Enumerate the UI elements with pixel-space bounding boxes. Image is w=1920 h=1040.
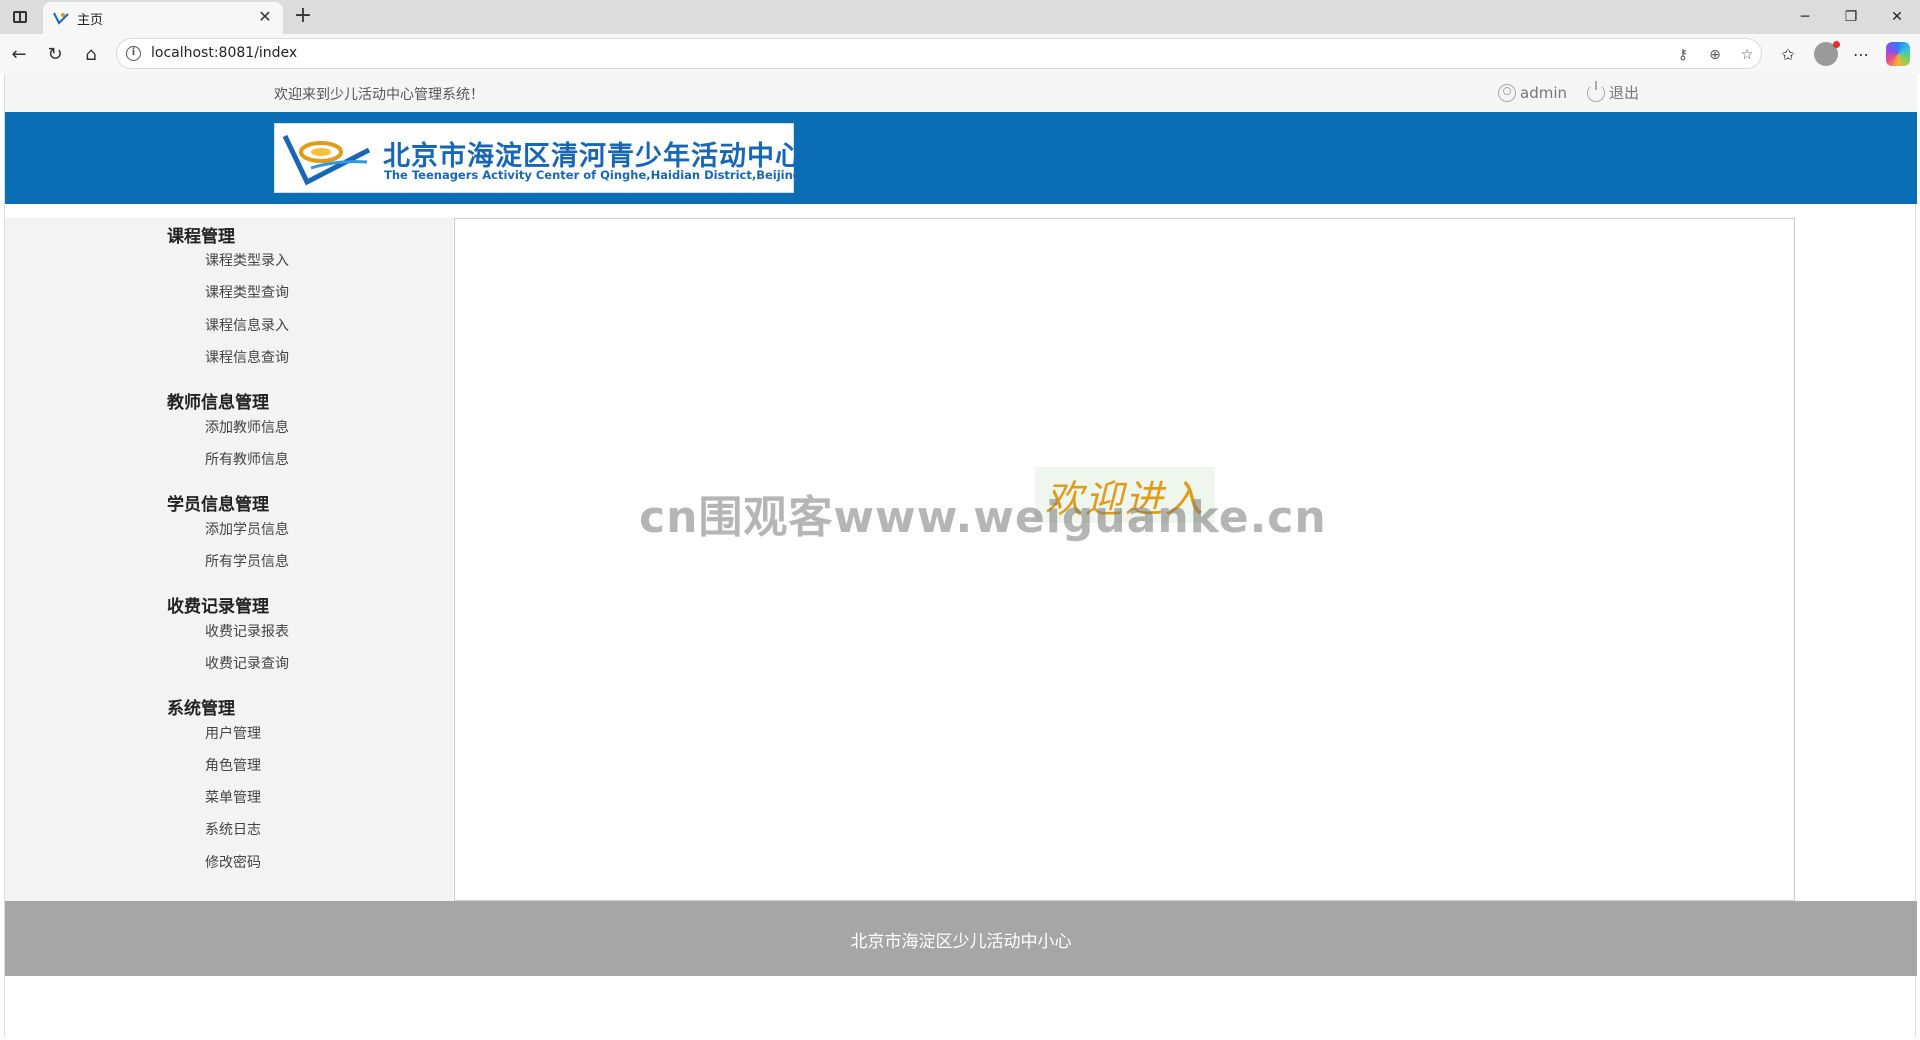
browser-tab[interactable]: 主页 ✕	[43, 2, 283, 34]
close-window-button[interactable]: ✕	[1874, 0, 1920, 34]
zoom-icon[interactable]: ⊕	[1705, 45, 1725, 65]
tab-actions-icon	[13, 11, 27, 23]
main-content-frame: 欢迎进入 cn围观客www.weiguanke.cn	[454, 218, 1795, 901]
menu-item-menus[interactable]: 菜单管理	[205, 787, 261, 807]
page: 欢迎来到少儿活动中心管理系统！ admin 退出 北京市海淀区清河青少年活动中心…	[4, 74, 1917, 1037]
browser-toolbar: ← ↻ ⌂ i localhost:8081/index ⚷ ⊕ ☆ ✩ ⋯	[0, 34, 1920, 74]
menu-item-course-info-query[interactable]: 课程信息查询	[205, 347, 289, 367]
menu-item-teacher-list[interactable]: 所有教师信息	[205, 449, 289, 469]
back-button[interactable]: ←	[4, 39, 34, 69]
menu-item-roles[interactable]: 角色管理	[205, 755, 261, 775]
footer-text: 北京市海淀区少儿活动中小心	[850, 932, 1072, 952]
more-menu-icon[interactable]: ⋯	[1848, 41, 1874, 67]
key-icon[interactable]: ⚷	[1673, 45, 1693, 65]
tab-actions-button[interactable]	[8, 6, 32, 28]
sidebar-menu: 课程管理 课程类型录入 课程类型查询 课程信息录入 课程信息查询 教师信息管理 …	[5, 218, 453, 901]
header-banner: 北京市海淀区清河青少年活动中心 The Teenagers Activity C…	[5, 112, 1917, 204]
username-link[interactable]: admin	[1520, 84, 1567, 102]
logo-title-en: The Teenagers Activity Center of Qinghe,…	[384, 168, 802, 182]
menu-item-system-log[interactable]: 系统日志	[205, 819, 261, 839]
menu-item-fee-report[interactable]: 收费记录报表	[205, 621, 289, 641]
footer: 北京市海淀区少儿活动中小心	[5, 901, 1917, 976]
user-area: admin 退出	[1498, 80, 1639, 103]
menu-group-course[interactable]: 课程管理	[167, 222, 235, 247]
menu-item-teacher-add[interactable]: 添加教师信息	[205, 417, 289, 437]
url-text: localhost:8081/index	[151, 45, 298, 61]
site-info-icon[interactable]: i	[126, 46, 141, 61]
site-logo: 北京市海淀区清河青少年活动中心 The Teenagers Activity C…	[274, 123, 802, 193]
menu-item-course-type-add[interactable]: 课程类型录入	[205, 250, 289, 270]
tab-close-icon[interactable]: ✕	[255, 7, 275, 27]
copilot-icon[interactable]	[1886, 42, 1910, 66]
home-button[interactable]: ⌂	[76, 39, 106, 69]
favorite-star-icon[interactable]: ☆	[1737, 45, 1757, 65]
new-tab-button[interactable]: +	[290, 3, 316, 29]
menu-item-users[interactable]: 用户管理	[205, 723, 261, 743]
logo-emblem-icon	[282, 134, 371, 186]
menu-group-fee[interactable]: 收费记录管理	[167, 592, 269, 617]
power-icon	[1587, 80, 1605, 102]
menu-group-teacher[interactable]: 教师信息管理	[167, 388, 269, 413]
menu-item-course-info-add[interactable]: 课程信息录入	[205, 315, 289, 335]
user-icon	[1498, 83, 1516, 102]
menu-item-student-add[interactable]: 添加学员信息	[205, 519, 289, 539]
favicon-icon	[53, 12, 69, 25]
favorites-icon[interactable]: ✩	[1775, 41, 1801, 67]
tab-title: 主页	[77, 13, 104, 28]
browser-tabstrip: 主页 ✕ + ─ ❐ ✕	[0, 0, 1920, 34]
top-bar: 欢迎来到少儿活动中心管理系统！ admin 退出	[5, 74, 1917, 112]
menu-group-student[interactable]: 学员信息管理	[167, 490, 269, 515]
restore-button[interactable]: ❐	[1828, 0, 1874, 34]
profile-avatar[interactable]	[1814, 41, 1840, 66]
logout-link[interactable]: 退出	[1609, 82, 1639, 103]
watermark-text: cn围观客www.weiguanke.cn	[639, 492, 1327, 543]
welcome-text: 欢迎来到少儿活动中心管理系统！	[274, 87, 484, 103]
menu-item-change-password[interactable]: 修改密码	[205, 852, 261, 872]
address-bar[interactable]: i localhost:8081/index ⚷ ⊕ ☆	[116, 38, 1762, 69]
minimize-button[interactable]: ─	[1782, 0, 1828, 34]
menu-item-student-list[interactable]: 所有学员信息	[205, 551, 289, 571]
menu-group-system[interactable]: 系统管理	[167, 694, 235, 719]
reload-button[interactable]: ↻	[40, 39, 70, 69]
menu-item-fee-query[interactable]: 收费记录查询	[205, 653, 289, 673]
menu-item-course-type-query[interactable]: 课程类型查询	[205, 282, 289, 302]
